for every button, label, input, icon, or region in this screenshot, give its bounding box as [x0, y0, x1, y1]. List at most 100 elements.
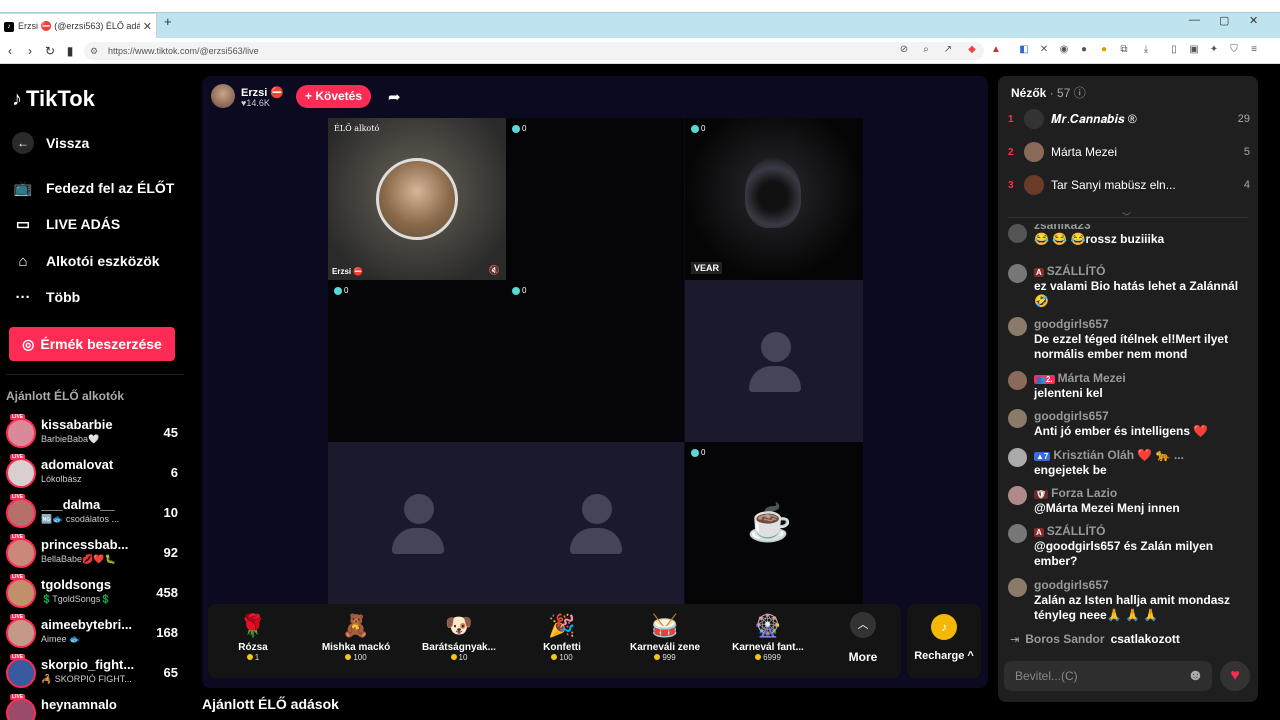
gift-item[interactable]: 🧸 Mishka mackó 100: [311, 610, 401, 662]
sidebar-item-more[interactable]: ··· Több: [12, 286, 81, 308]
suggested-creator[interactable]: LIVE skorpio_fight... 🦂 SKORPIÓ FIGHT... 65: [6, 654, 184, 692]
emoji-icon[interactable]: ☻: [1187, 667, 1204, 685]
guest-cell-2[interactable]: 0: [506, 118, 684, 280]
gift-item[interactable]: 🎉 Konfetti 100: [517, 610, 607, 662]
chat-username[interactable]: goodgirls657: [1034, 317, 1109, 331]
chat-avatar[interactable]: [1008, 524, 1027, 543]
arrow-left-icon: ←: [12, 132, 34, 154]
extension-3-icon[interactable]: ◉: [1058, 44, 1070, 56]
close-window-icon[interactable]: ✕: [1249, 14, 1258, 27]
leo-icon[interactable]: ✦: [1208, 44, 1220, 56]
recharge-button[interactable]: ♪ Recharge ^: [907, 604, 981, 678]
close-tab-icon[interactable]: ✕: [143, 20, 152, 33]
empty-guest-slot[interactable]: [328, 442, 506, 604]
chat-username[interactable]: goodgirls657: [1034, 578, 1109, 592]
follow-button[interactable]: + Követés: [296, 85, 371, 108]
rewards-icon[interactable]: ▲: [990, 44, 1002, 56]
sidebar-toggle-icon[interactable]: ▯: [1168, 44, 1180, 56]
suggested-creator[interactable]: LIVE princessbab... BellaBabe💋❤️🐛 92: [6, 534, 184, 572]
chat-username[interactable]: 🛡 Forza Lazio: [1034, 486, 1117, 500]
chat-avatar[interactable]: [1008, 409, 1027, 428]
address-bar[interactable]: ⚙ https://www.tiktok.com/@erzsi563/live: [84, 42, 984, 60]
top-viewer-row[interactable]: 1 𝑴𝒓.𝑪𝒂𝒏𝒏𝒂𝒃𝒊𝒔 ® 29: [1008, 107, 1250, 131]
guest-cell-host[interactable]: ÉLŐ alkotó Erzsi ⛔ 🔇: [328, 118, 506, 280]
site-info-icon[interactable]: ⚙: [90, 42, 98, 60]
host-avatar[interactable]: [211, 84, 235, 108]
empty-guest-slot[interactable]: [685, 280, 863, 442]
suggested-creator[interactable]: LIVE adomalovat Lókolbász 6: [6, 454, 184, 492]
maximize-icon[interactable]: ▢: [1219, 14, 1229, 27]
extension-1-icon[interactable]: ◧: [1018, 44, 1030, 56]
logo-text: TikTok: [26, 86, 95, 111]
suggested-creator[interactable]: LIVE tgoldsongs 💲TgoldSongs💲 458: [6, 574, 184, 612]
menu-icon[interactable]: ≡: [1248, 44, 1260, 56]
user-badge: A: [1034, 268, 1044, 277]
zoom-icon[interactable]: ⌕: [920, 44, 932, 56]
top-viewer-row[interactable]: 2 Márta Mezei 5: [1008, 140, 1250, 164]
tiktok-note-icon: ♪: [12, 87, 22, 110]
translate-icon[interactable]: ⊘: [898, 44, 910, 56]
back-icon[interactable]: ‹: [0, 44, 20, 58]
suggested-creator[interactable]: LIVE kissabarbie BarbieBaba🤍 45: [6, 414, 184, 452]
browser-tab[interactable]: ♪ Erzsi ⛔ (@erzsi563) ÉLŐ adás... ✕: [0, 14, 157, 39]
like-heart-button[interactable]: ♥: [1220, 661, 1250, 691]
joined-user[interactable]: Boros Sandor: [1025, 632, 1104, 646]
extension-4-icon[interactable]: ●: [1078, 44, 1090, 56]
chat-avatar[interactable]: [1008, 224, 1027, 243]
sidebar-item-back[interactable]: ← Vissza: [12, 132, 89, 154]
chat-input[interactable]: Bevitel...(C): [1004, 661, 1212, 691]
share-page-icon[interactable]: ↗: [942, 44, 954, 56]
extension-2-icon[interactable]: ✕: [1038, 44, 1050, 56]
chat-username[interactable]: A SZÁLLÍTÓ: [1034, 264, 1105, 278]
help-icon[interactable]: ⓘ: [1074, 86, 1086, 100]
empty-guest-slot[interactable]: [506, 442, 684, 604]
suggested-creator[interactable]: LIVE heynamnalo: [6, 694, 184, 720]
minimize-icon[interactable]: —: [1189, 14, 1200, 26]
guest-cell-4[interactable]: 0: [328, 280, 506, 442]
sidebar-item-go-live[interactable]: ▭ LIVE ADÁS: [12, 213, 120, 235]
guest-cell-vear[interactable]: 0 VEAR: [685, 118, 863, 280]
downloads-icon[interactable]: ⤓: [1140, 44, 1152, 56]
gift-item[interactable]: 🌹 Rózsa 1: [208, 610, 298, 662]
sidebar-item-explore-live[interactable]: 📺 Fedezd fel az ÉLŐT: [12, 177, 175, 199]
chat-avatar[interactable]: [1008, 486, 1027, 505]
chat-avatar[interactable]: [1008, 578, 1027, 597]
chat-username[interactable]: A SZÁLLÍTÓ: [1034, 524, 1105, 538]
chat-username[interactable]: goodgirls657: [1034, 409, 1109, 423]
new-tab-icon[interactable]: +: [164, 14, 172, 29]
chat-avatar[interactable]: [1008, 371, 1027, 390]
suggested-creator[interactable]: LIVE ___dalma__ 🆖🐟 csodálatos ... 10: [6, 494, 184, 532]
reload-icon[interactable]: ↻: [40, 44, 60, 58]
gift-price: 1: [208, 653, 298, 662]
gift-item[interactable]: 🎡 Karnevál fant... 6999: [723, 610, 813, 662]
chat-avatar[interactable]: [1008, 448, 1027, 467]
brave-shield-icon[interactable]: ◆: [966, 44, 978, 56]
guest-cell-5[interactable]: 0: [506, 280, 684, 442]
top-viewer-row[interactable]: 3 Tar Sanyi mabüsz eln... 4: [1008, 173, 1250, 197]
creator-avatar: [6, 618, 36, 648]
chat-avatar[interactable]: [1008, 317, 1027, 336]
extensions-icon[interactable]: ⧉: [1118, 44, 1130, 56]
gift-item[interactable]: 🥁 Karneváli zene 999: [620, 610, 710, 662]
guest-cell-coffee[interactable]: 0 ☕: [685, 442, 863, 604]
tiktok-logo[interactable]: ♪ TikTok: [12, 86, 95, 112]
vpn-icon[interactable]: ⛉: [1228, 44, 1240, 56]
extension-5-icon[interactable]: ●: [1098, 44, 1110, 56]
more-gifts-button[interactable]: ︿ More: [842, 612, 884, 664]
chat-avatar[interactable]: [1008, 264, 1027, 283]
gift-item[interactable]: 🐶 Barátságnyak... 10: [414, 610, 504, 662]
forward-icon[interactable]: ›: [20, 44, 40, 58]
creator-nickname: Lókolbász: [41, 474, 82, 484]
sidebar-item-creator-tools[interactable]: ⌂ Alkotói eszközök: [12, 250, 159, 272]
suggested-creator[interactable]: LIVE aimeebytebri... Aimee 🐟 168: [6, 614, 184, 652]
chevron-down-icon[interactable]: ﹀: [1122, 210, 1131, 223]
share-icon[interactable]: ➦: [388, 88, 401, 106]
bookmark-icon[interactable]: ▮: [60, 44, 80, 58]
wallet-icon[interactable]: ▣: [1188, 44, 1200, 56]
get-coins-button[interactable]: ◎ Érmék beszerzése: [9, 327, 175, 361]
chat-username[interactable]: 👥2. Márta Mezei: [1034, 371, 1126, 385]
chat-username[interactable]: zsanika23: [1034, 224, 1091, 232]
chat-username[interactable]: ▲7 Krisztián Oláh ❤️ 🐆 ...: [1034, 448, 1184, 462]
viewers-header[interactable]: Nézők · 57 ⓘ: [1011, 84, 1086, 101]
recharge-label: Recharge ^: [914, 650, 974, 662]
